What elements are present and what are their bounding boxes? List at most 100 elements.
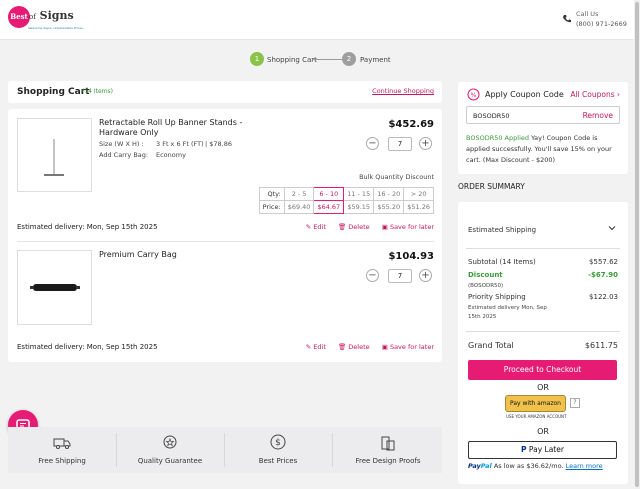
call-us-number[interactable]: (800) 971-2669 [576, 20, 627, 28]
features-bar: Free Shipping Quality Guarantee $ Best P… [8, 427, 442, 473]
delete-label: Delete [348, 343, 370, 351]
delete-button[interactable]: 🗑 Delete [338, 223, 370, 231]
estimated-delivery: Estimated delivery: Mon, Sep 15th 2025 [17, 223, 158, 231]
product-name[interactable]: Premium Carry Bag [99, 250, 279, 260]
continue-shopping-link[interactable]: Continue Shopping [372, 87, 434, 95]
checkout-button[interactable]: Proceed to Checkout [468, 360, 617, 380]
svg-text:%: % [471, 92, 477, 99]
feature-label: Free Shipping [38, 457, 86, 465]
feature-label: Free Design Proofs [355, 457, 421, 465]
feature-divider [332, 433, 333, 467]
remove-coupon-button[interactable]: Remove [583, 111, 613, 120]
site-header: Best of Signs Awesome Signs. Unbelievabl… [0, 0, 640, 40]
bulk-price-label: Price: [258, 200, 285, 214]
step-1-label: Shopping Cart [267, 56, 317, 64]
carry-bag-image [30, 284, 80, 291]
estimated-shipping-toggle[interactable]: Estimated Shipping [468, 226, 536, 234]
bulk-price-cell: $59.15 [343, 200, 375, 214]
design-icon [381, 436, 395, 451]
save-label: Save for later [389, 223, 434, 231]
item-price: $104.93 [388, 251, 434, 262]
spec-bag-label: Add Carry Bag: [99, 151, 149, 159]
bulk-discount-table: Qty: 2 - 5 6 - 10 11 - 15 16 - 20 > 20 P… [258, 187, 434, 214]
coupon-icon: % [467, 88, 480, 101]
spec-size-label: Size (W X H) : [99, 140, 144, 148]
chevron-down-icon[interactable] [608, 224, 616, 232]
call-us-label: Call Us [576, 10, 599, 18]
priority-shipping-value: $122.03 [589, 293, 618, 301]
save-for-later-button[interactable]: ▣ Save for later [382, 223, 434, 231]
grand-total-value: $611.75 [584, 341, 618, 350]
bulk-qty-label: Qty: [258, 187, 285, 201]
chevron-right-icon: › [617, 90, 620, 99]
product-name[interactable]: Retractable Roll Up Banner Stands - Hard… [99, 118, 279, 138]
delete-label: Delete [348, 223, 370, 231]
qty-input[interactable]: 7 [388, 137, 412, 151]
logo-mark[interactable]: Best [8, 6, 30, 28]
bulk-qty-cell: 11 - 15 [343, 187, 375, 201]
product-image[interactable] [17, 250, 92, 325]
edit-label: Edit [313, 343, 326, 351]
paypal-credit: PayPal As low as $36.62/mo. Learn more [468, 462, 603, 470]
edit-button[interactable]: ✎ Edit [306, 223, 326, 231]
scrollbar-thumb[interactable] [635, 2, 639, 487]
paypal-text: As low as $36.62/mo. [491, 462, 566, 470]
bulk-price-cell: $51.26 [403, 200, 434, 214]
logo[interactable]: of Signs [29, 9, 74, 22]
coupon-message: BOSODR50 Applied Yay! Coupon Code is app… [466, 133, 622, 166]
coupon-title: Apply Coupon Code [485, 90, 564, 99]
save-for-later-button[interactable]: ▣ Save for later [382, 343, 434, 351]
cart-title: Shopping Cart [17, 87, 90, 97]
feature-best-prices: $ Best Prices [224, 427, 332, 473]
discount-value: -$67.90 [588, 271, 618, 279]
delete-button[interactable]: 🗑 Delete [338, 343, 370, 351]
qty-decrease-button[interactable]: − [366, 137, 379, 150]
feature-free-design-proofs: Free Design Proofs [334, 427, 442, 473]
save-label: Save for later [389, 343, 434, 351]
item-actions: ✎ Edit 🗑 Delete ▣ Save for later [296, 223, 434, 231]
learn-more-link[interactable]: Learn more [566, 462, 603, 470]
dollar-icon: $ [270, 434, 286, 450]
bulk-qty-cell: > 20 [403, 187, 434, 201]
discount-code: (BOSODR50) [468, 283, 504, 289]
scrollbar[interactable] [634, 0, 640, 489]
coupon-code-value: BOSODR50 [473, 112, 510, 120]
paypal-logo: Pay [468, 462, 481, 470]
bulk-qty-cell: 2 - 5 [283, 187, 315, 201]
or-separator: OR [537, 427, 549, 436]
qty-increase-button[interactable]: + [419, 137, 432, 150]
truck-icon [53, 438, 71, 449]
qty-input[interactable]: 7 [388, 269, 412, 283]
banner-stand-image [44, 139, 64, 176]
bulk-price-cell: $55.20 [373, 200, 405, 214]
or-separator: OR [537, 383, 549, 392]
order-summary-heading: ORDER SUMMARY [458, 182, 525, 191]
priority-shipping-note: Estimated delivery Mon, Sep 15th 2025 [468, 305, 547, 320]
badge-icon [163, 435, 177, 449]
coupon-input[interactable]: BOSODR50 Remove [466, 106, 620, 124]
qty-increase-button[interactable]: + [419, 269, 432, 282]
step-2-label: Payment [360, 56, 391, 64]
bulk-price-cell-selected: $64.67 [313, 200, 345, 214]
feature-free-shipping: Free Shipping [8, 427, 116, 473]
pay-later-button[interactable]: P Pay Later [468, 441, 617, 459]
summary-divider [466, 331, 620, 332]
all-coupons-link[interactable]: All Coupons › [570, 90, 620, 99]
qty-decrease-button[interactable]: − [366, 269, 379, 282]
cart-items: Retractable Roll Up Banner Stands - Hard… [8, 109, 442, 362]
bulk-price-cell: $69.40 [283, 200, 315, 214]
amazon-help-button[interactable]: ? [570, 398, 580, 408]
cart-header: Shopping Cart (14 Items) Continue Shoppi… [8, 81, 442, 103]
feature-label: Best Prices [258, 457, 298, 465]
cart-count: (14 Items) [82, 88, 114, 95]
edit-button[interactable]: ✎ Edit [306, 343, 326, 351]
all-coupons-label: All Coupons [570, 90, 615, 99]
amazon-pay-button[interactable]: Pay with amazon [505, 395, 566, 412]
spec-bag-value: Economy [156, 151, 186, 159]
item-divider [17, 241, 434, 242]
feature-label: Quality Guarantee [137, 457, 203, 465]
pay-later-label: Pay Later [528, 445, 564, 454]
feature-quality-guarantee: Quality Guarantee [116, 427, 224, 473]
item-actions: ✎ Edit 🗑 Delete ▣ Save for later [296, 343, 434, 351]
product-image[interactable] [17, 118, 92, 192]
